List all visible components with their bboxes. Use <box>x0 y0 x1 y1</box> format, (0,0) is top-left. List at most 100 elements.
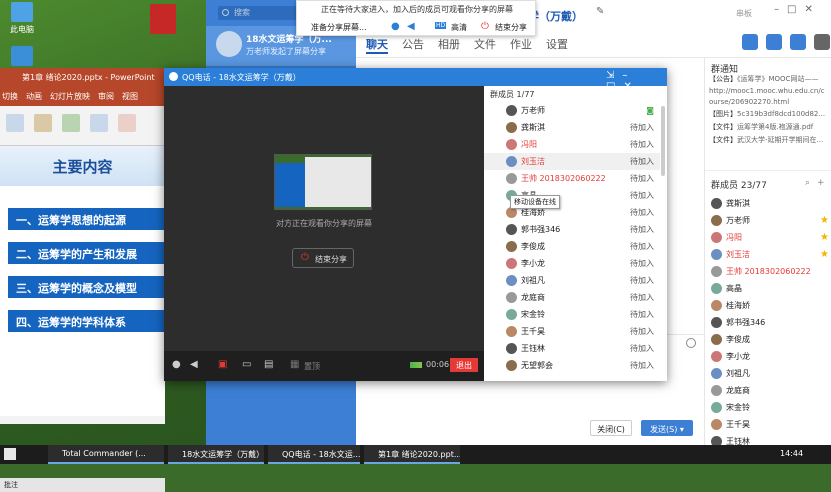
phone-icon[interactable] <box>742 34 758 50</box>
member-item[interactable]: 宋金铃 <box>711 399 829 416</box>
end-share-button[interactable]: ⏻ 结束分享 <box>292 248 354 268</box>
member-item[interactable]: 万老师 ★ <box>711 212 829 229</box>
call-member-item[interactable]: 李小龙 待加入 <box>484 255 660 272</box>
notice-item[interactable]: 【文件】武汉大学-延期开学期间在... <box>709 135 831 145</box>
ribbon-icon[interactable] <box>118 114 136 132</box>
avatar <box>711 402 722 413</box>
call-member-item[interactable]: 无望郭会 待加入 <box>484 357 660 374</box>
join-status: 待加入 <box>630 259 654 268</box>
screen-share-icon[interactable] <box>766 34 782 50</box>
tab-settings[interactable]: 设置 <box>546 36 568 54</box>
taskbar-item[interactable]: 第1章 绪论2020.ppt... <box>364 445 460 464</box>
start-icon[interactable] <box>4 448 16 460</box>
history-icon[interactable] <box>686 338 696 348</box>
edit-icon[interactable]: ✎ <box>596 6 608 18</box>
notice-item[interactable]: http://mooc1.mooc.whu.edu.cn/c <box>709 87 831 95</box>
notice-item[interactable]: 【公告】《运筹学》MOOC网站—— <box>709 74 831 84</box>
screen-share-icon[interactable]: ▭ <box>242 359 251 370</box>
exit-button[interactable]: 退出 <box>450 358 478 372</box>
call-member-item[interactable]: 王钰林 待加入 <box>484 340 660 357</box>
call-member-list: 万老师 ◙ 龚斯淇 待加入 冯阳 待加入 刘玉洁 待加入 王帅 2018302060222 待加入… <box>484 102 660 374</box>
ribbon-icon[interactable] <box>34 114 52 132</box>
chat-tabs: 聊天 公告 相册 文件 作业 设置 <box>366 36 568 54</box>
member-item[interactable]: 高晶 <box>711 280 829 297</box>
join-status: 待加入 <box>630 276 654 285</box>
taskbar-item[interactable]: 18水文运筹学（万戴）... <box>168 445 264 464</box>
member-name: 刘玉洁 <box>521 157 545 166</box>
call-member-item[interactable]: 李俊成 待加入 <box>484 238 660 255</box>
member-name: 桂海娇 <box>726 301 750 310</box>
member-name: 刘祖凡 <box>726 369 750 378</box>
slide-canvas[interactable]: 主要内容 一、运筹学思想的起源 二、运筹学的产生和发展 三、运筹学的概念及模型 … <box>0 146 165 416</box>
tab-chat[interactable]: 聊天 <box>366 36 388 54</box>
tab-view[interactable]: 视图 <box>122 91 138 106</box>
tab-animation[interactable]: 动画 <box>26 91 42 106</box>
call-member-item[interactable]: 王帅 2018302060222 待加入 <box>484 170 660 187</box>
member-name: 龙庭商 <box>726 386 750 395</box>
member-item[interactable]: 王千昊 <box>711 416 829 433</box>
member-item[interactable]: 李俊成 <box>711 331 829 348</box>
member-item[interactable]: 刘祖凡 <box>711 365 829 382</box>
member-name: 王千昊 <box>726 420 750 429</box>
send-button[interactable]: 发送(S) ▾ <box>641 420 693 436</box>
member-item[interactable]: 桂海娇 <box>711 297 829 314</box>
chat-icon[interactable]: ▤ <box>264 359 273 370</box>
call-member-item[interactable]: 王千昊 待加入 <box>484 323 660 340</box>
member-item[interactable]: 郭书强346 <box>711 314 829 331</box>
speaker-icon[interactable]: ◀ <box>407 21 415 32</box>
tab-homework[interactable]: 作业 <box>510 36 532 54</box>
tab-review[interactable]: 审阅 <box>98 91 114 106</box>
call-member-item[interactable]: 万老师 ◙ <box>484 102 660 119</box>
ribbon-icon[interactable] <box>90 114 108 132</box>
camera-off-icon[interactable]: ▣ <box>218 359 227 370</box>
notice-item[interactable]: 【文件】运筹学第4版.袍源通.pdf <box>709 122 831 132</box>
power-icon: ⏻ <box>301 252 309 263</box>
microphone-icon[interactable]: ● <box>172 359 181 370</box>
member-item[interactable]: 冯阳 ★ <box>711 229 829 246</box>
scrollbar[interactable] <box>661 106 665 176</box>
call-member-item[interactable]: 郭书强346 待加入 <box>484 221 660 238</box>
pin-icon[interactable]: ▦ <box>290 359 299 370</box>
tab-announcement[interactable]: 公告 <box>402 36 424 54</box>
hd-button[interactable]: 高清 <box>451 22 467 33</box>
app-icon[interactable] <box>150 4 176 34</box>
screen-preview-thumbnail <box>274 154 372 210</box>
member-item[interactable]: 王帅 2018302060222 <box>711 263 829 280</box>
member-item[interactable]: 龚斯淇 <box>711 195 829 212</box>
notice-item[interactable]: ourse/206902270.html <box>709 98 831 106</box>
end-share-button[interactable]: 结束分享 <box>495 22 527 33</box>
join-status: 待加入 <box>630 225 654 234</box>
call-member-item[interactable]: 龙庭商 待加入 <box>484 289 660 306</box>
member-item[interactable]: 李小龙 <box>711 348 829 365</box>
desktop-icon-app[interactable] <box>2 46 42 68</box>
microphone-icon[interactable]: ● <box>391 21 400 32</box>
desktop-icon-computer[interactable]: 此电脑 <box>2 2 42 35</box>
speaker-icon[interactable]: ◀ <box>190 359 198 370</box>
ribbon-icon[interactable] <box>6 114 24 132</box>
tab-slideshow[interactable]: 幻灯片放映 <box>50 91 90 106</box>
taskbar-item[interactable]: Total Commander (... <box>48 445 164 464</box>
tab-album[interactable]: 相册 <box>438 36 460 54</box>
taskbar-item[interactable]: QQ电话 - 18水文运... <box>268 445 360 464</box>
ribbon-icon[interactable] <box>62 114 80 132</box>
add-member-icon[interactable]: + <box>817 178 825 188</box>
call-member-item[interactable]: 宋金铃 待加入 <box>484 306 660 323</box>
more-icon[interactable] <box>814 34 830 50</box>
add-icon[interactable] <box>790 34 806 50</box>
call-member-item[interactable]: 龚斯淇 待加入 <box>484 119 660 136</box>
call-member-item[interactable]: 刘玉洁 待加入 <box>484 153 660 170</box>
member-item[interactable]: 刘玉洁 ★ <box>711 246 829 263</box>
member-item[interactable]: 龙庭商 <box>711 382 829 399</box>
tab-files[interactable]: 文件 <box>474 36 496 54</box>
call-member-item[interactable]: 刘祖凡 待加入 <box>484 272 660 289</box>
avatar <box>711 283 722 294</box>
avatar <box>711 351 722 362</box>
notes-button[interactable]: 批注 <box>4 481 18 489</box>
call-member-item[interactable]: 冯阳 待加入 <box>484 136 660 153</box>
notice-item[interactable]: 【图片】5c319b3df8dcd100d82... <box>709 109 831 119</box>
search-member-icon[interactable]: ⌕ <box>805 178 810 188</box>
window-controls[interactable]: –□✕ <box>774 4 821 15</box>
avatar <box>506 326 517 337</box>
tab-transition[interactable]: 切换 <box>2 91 18 106</box>
close-button[interactable]: 关闭(C) <box>590 420 632 436</box>
